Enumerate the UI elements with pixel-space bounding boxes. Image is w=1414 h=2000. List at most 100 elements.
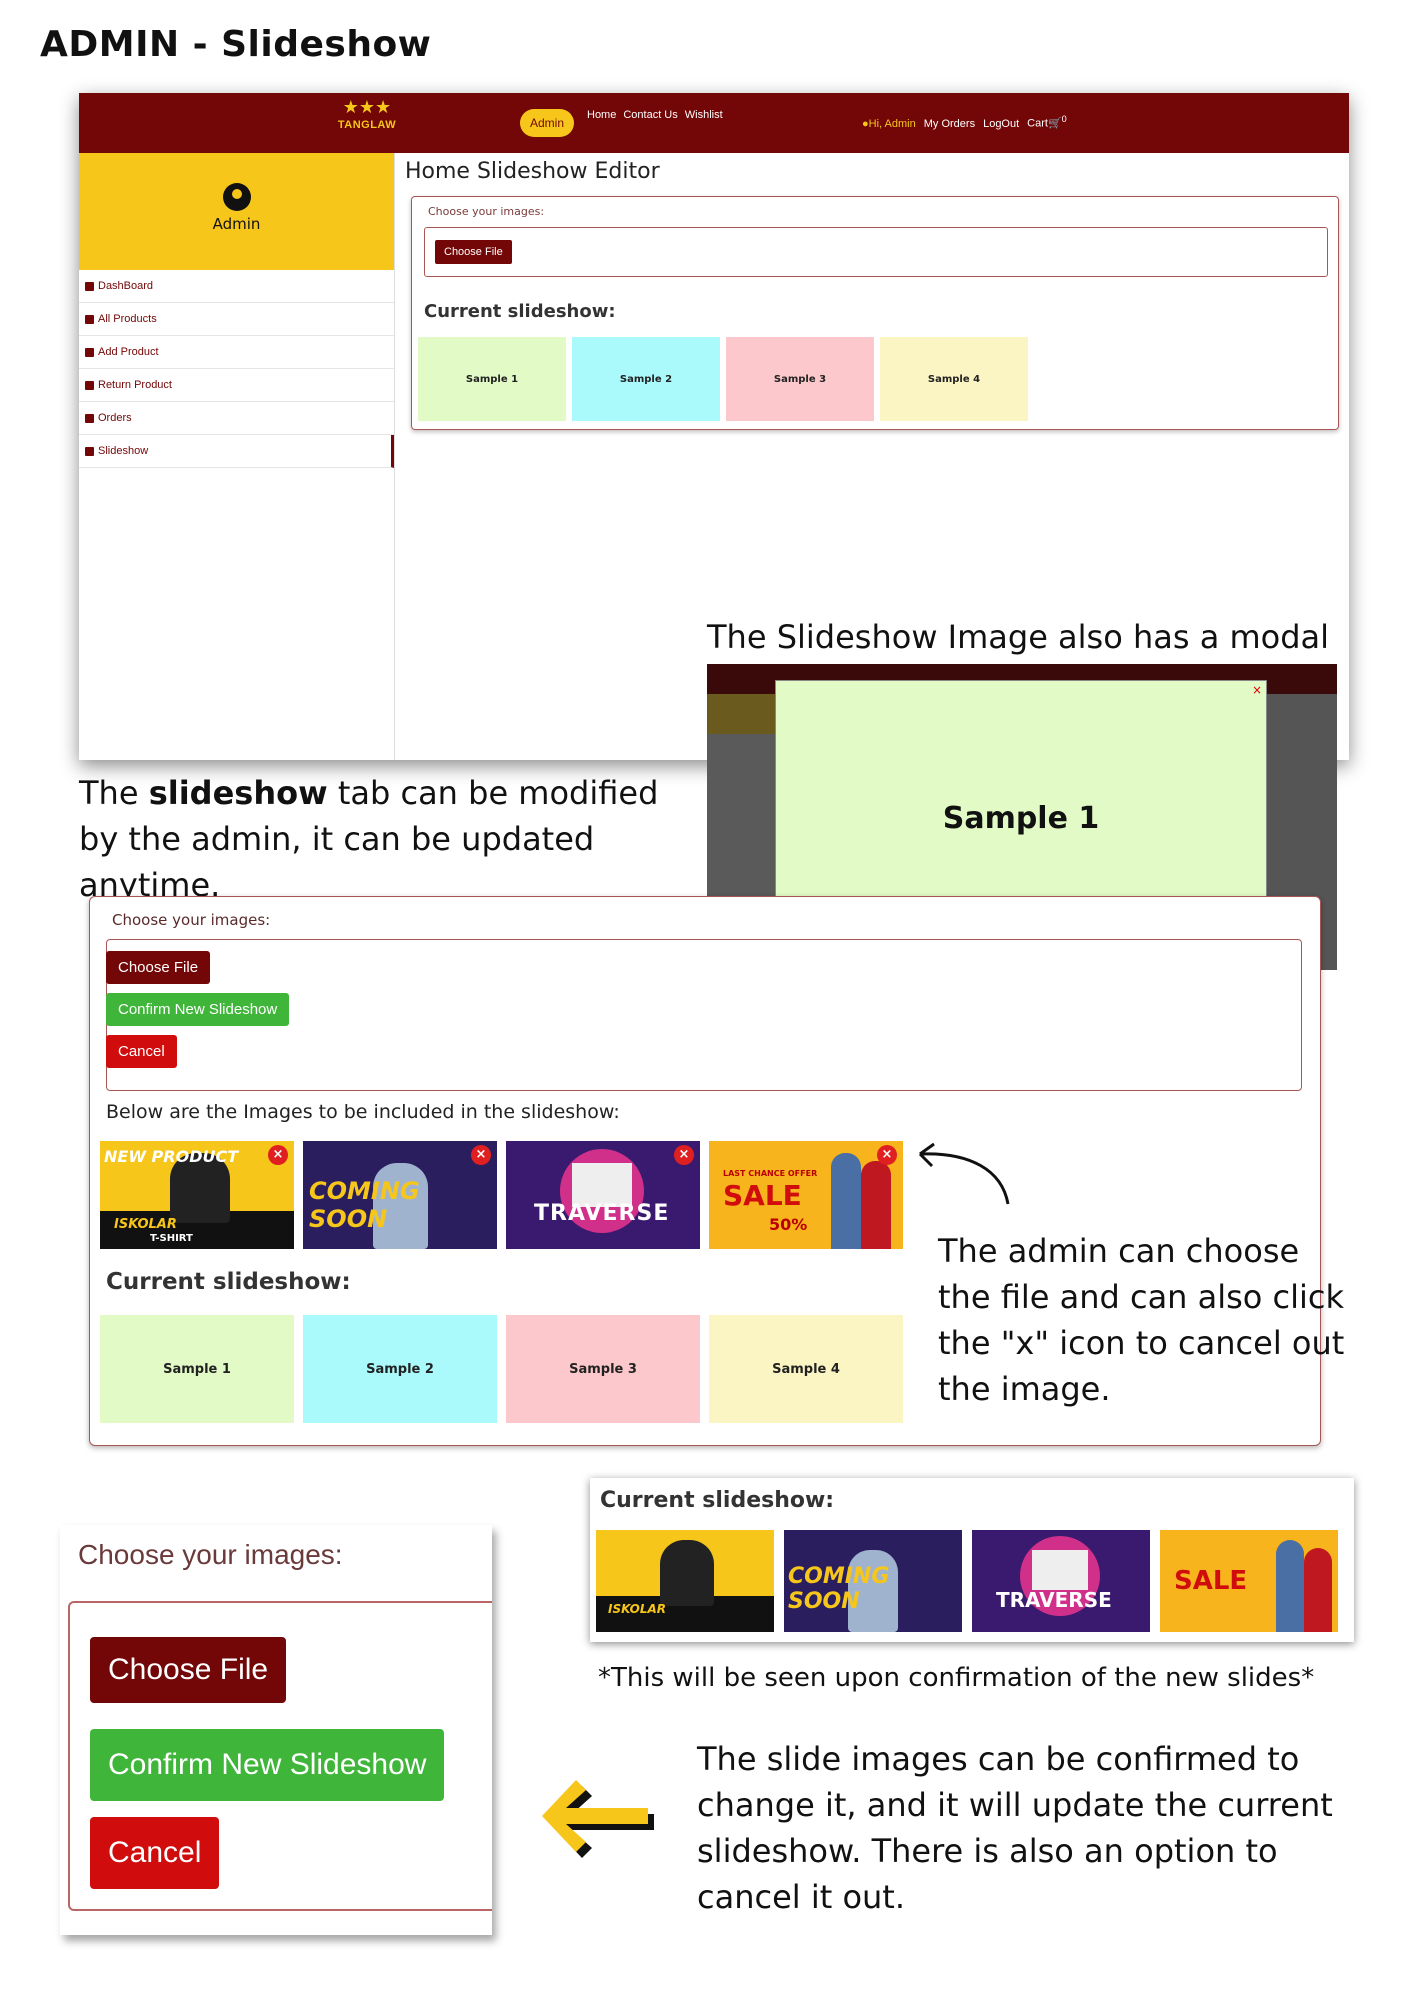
desc-bold-text: slideshow bbox=[148, 774, 328, 812]
navbar: ★★★ TANGLAW Admin Home Contact Us Wishli… bbox=[79, 93, 1349, 153]
choose-images-label: Choose your images: bbox=[428, 205, 545, 218]
left-arrow-icon bbox=[542, 1780, 654, 1858]
slide-thumbnail[interactable]: Sample 4 bbox=[709, 1315, 903, 1423]
slide-image[interactable]: SALE bbox=[1160, 1530, 1338, 1632]
cart-link[interactable]: Cart🛒0 bbox=[1027, 114, 1067, 130]
banner-text: COMING SOON bbox=[309, 1177, 420, 1233]
modal-caption: The Slideshow Image also has a modal bbox=[707, 618, 1330, 656]
sidebar-item-orders[interactable]: Orders bbox=[79, 402, 394, 435]
model-figure bbox=[660, 1540, 714, 1606]
sidebar-item-label: Slideshow bbox=[98, 445, 149, 457]
add-product-icon bbox=[85, 347, 94, 357]
modal-slide-text: Sample 1 bbox=[942, 800, 1100, 836]
avatar-icon bbox=[222, 183, 251, 211]
slide-thumbnail[interactable]: Sample 2 bbox=[303, 1315, 497, 1423]
slide-thumbnail[interactable]: Sample 3 bbox=[506, 1315, 700, 1423]
pending-slide-image: LAST CHANCE OFFER SALE 50% × bbox=[709, 1141, 903, 1249]
shirt-shape bbox=[1032, 1550, 1088, 1590]
current-slideshow-label: Current slideshow: bbox=[600, 1488, 835, 1513]
current-slideshow-label: Current slideshow: bbox=[424, 301, 616, 322]
slide-thumbnail[interactable]: Sample 3 bbox=[726, 337, 874, 421]
banner-text: NEW PRODUCT bbox=[104, 1147, 239, 1166]
banner-text: SALE bbox=[1174, 1566, 1248, 1596]
banner-text: 50% bbox=[769, 1215, 808, 1234]
model-figure bbox=[831, 1153, 861, 1249]
current-slideshow-label: Current slideshow: bbox=[106, 1269, 351, 1295]
sidebar-item-all-products[interactable]: All Products bbox=[79, 303, 394, 336]
remove-image-icon[interactable]: × bbox=[268, 1145, 288, 1165]
pending-slide-image: TRAVERSE × bbox=[506, 1141, 700, 1249]
sidebar: Admin DashBoard All Products Add Product… bbox=[79, 153, 395, 760]
logout-link[interactable]: LogOut bbox=[983, 118, 1019, 130]
nav-wishlist-link[interactable]: Wishlist bbox=[685, 109, 723, 129]
editor-title: Home Slideshow Editor bbox=[405, 159, 660, 184]
slide-thumbnail[interactable]: Sample 4 bbox=[880, 337, 1028, 421]
banner-text: T-SHIRT bbox=[150, 1233, 193, 1244]
page-title: ADMIN - Slideshow bbox=[40, 24, 432, 65]
cart-count: 0 bbox=[1061, 114, 1067, 125]
model-figure bbox=[1304, 1548, 1332, 1632]
banner-text: TRAVERSE bbox=[534, 1201, 670, 1226]
banner-text: COMING SOON bbox=[788, 1564, 890, 1614]
logo-text: TANGLAW bbox=[337, 119, 397, 131]
slide-thumbnail[interactable]: Sample 1 bbox=[100, 1315, 294, 1423]
banner-text: SALE bbox=[723, 1179, 802, 1212]
return-icon bbox=[85, 380, 94, 390]
description-choose-file: The admin can choose the file and can al… bbox=[938, 1232, 1345, 1408]
sidebar-user-name: Admin bbox=[212, 215, 261, 233]
choose-images-label: Choose your images: bbox=[112, 911, 271, 929]
my-orders-link[interactable]: My Orders bbox=[924, 118, 975, 130]
dashboard-icon bbox=[85, 281, 94, 291]
confirmation-note: *This will be seen upon confirmation of … bbox=[598, 1663, 1315, 1693]
nav-contact-link[interactable]: Contact Us bbox=[623, 109, 677, 129]
user-icon: ● bbox=[862, 118, 869, 130]
sidebar-item-label: All Products bbox=[98, 313, 157, 325]
slide-thumbnail[interactable]: Sample 1 bbox=[418, 337, 566, 421]
slide-image[interactable]: TRAVERSE bbox=[972, 1530, 1150, 1632]
banner-text: LAST CHANCE OFFER bbox=[723, 1169, 818, 1178]
zoomed-buttons-screenshot: Choose your images: Choose File Confirm … bbox=[60, 1525, 492, 1935]
remove-image-icon[interactable]: × bbox=[674, 1145, 694, 1165]
choose-file-button[interactable]: Choose File bbox=[106, 951, 211, 984]
nav-home-link[interactable]: Home bbox=[587, 109, 616, 129]
banner-text: TRAVERSE bbox=[996, 1588, 1112, 1612]
sidebar-item-label: Add Product bbox=[98, 346, 159, 358]
dimmed-sidebar-header bbox=[707, 694, 777, 734]
desc-text: The bbox=[79, 774, 149, 812]
slide-image[interactable]: ISKOLAR bbox=[596, 1530, 774, 1632]
pending-slide-image: COMING SOON × bbox=[303, 1141, 497, 1249]
sidebar-item-label: DashBoard bbox=[98, 280, 154, 292]
sidebar-header: Admin bbox=[79, 153, 394, 270]
remove-image-icon[interactable]: × bbox=[877, 1145, 897, 1165]
confirm-slideshow-button[interactable]: Confirm New Slideshow bbox=[90, 1729, 445, 1801]
slide-thumbnail[interactable]: Sample 2 bbox=[572, 337, 720, 421]
brand-logo[interactable]: ★★★ TANGLAW bbox=[337, 97, 397, 149]
banner-text: ISKOLAR bbox=[608, 1602, 667, 1616]
admin-nav-button[interactable]: Admin bbox=[520, 109, 575, 137]
cancel-button[interactable]: Cancel bbox=[106, 1035, 177, 1068]
sidebar-item-label: Orders bbox=[98, 412, 132, 424]
sidebar-item-label: Return Product bbox=[98, 379, 172, 391]
products-icon bbox=[85, 314, 94, 324]
pending-images-label: Below are the Images to be included in t… bbox=[106, 1101, 620, 1123]
sidebar-item-add-product[interactable]: Add Product bbox=[79, 336, 394, 369]
confirm-slideshow-button[interactable]: Confirm New Slideshow bbox=[106, 993, 290, 1026]
user-greeting[interactable]: ●Hi, Admin bbox=[862, 118, 916, 130]
orders-icon bbox=[85, 413, 94, 423]
cancel-button[interactable]: Cancel bbox=[90, 1817, 220, 1889]
sidebar-item-dashboard[interactable]: DashBoard bbox=[79, 270, 394, 303]
sidebar-item-slideshow[interactable]: Slideshow bbox=[79, 435, 394, 468]
choose-file-button[interactable]: Choose File bbox=[435, 240, 512, 264]
editor-card: Choose your images: Choose File Current … bbox=[411, 196, 1339, 430]
description-confirm-cancel: The slide images can be confirmed to cha… bbox=[697, 1740, 1333, 1916]
choose-file-button[interactable]: Choose File bbox=[90, 1637, 287, 1703]
remove-image-icon[interactable]: × bbox=[471, 1145, 491, 1165]
close-icon[interactable]: × bbox=[1252, 683, 1262, 697]
slideshow-icon bbox=[85, 446, 94, 456]
star-icon: ★★★ bbox=[342, 97, 392, 118]
slide-image[interactable]: COMING SOON bbox=[784, 1530, 962, 1632]
nav-links: Home Contact Us Wishlist bbox=[587, 109, 723, 129]
sidebar-item-return-product[interactable]: Return Product bbox=[79, 369, 394, 402]
choose-images-label: Choose your images: bbox=[78, 1539, 343, 1570]
model-figure bbox=[861, 1161, 891, 1249]
